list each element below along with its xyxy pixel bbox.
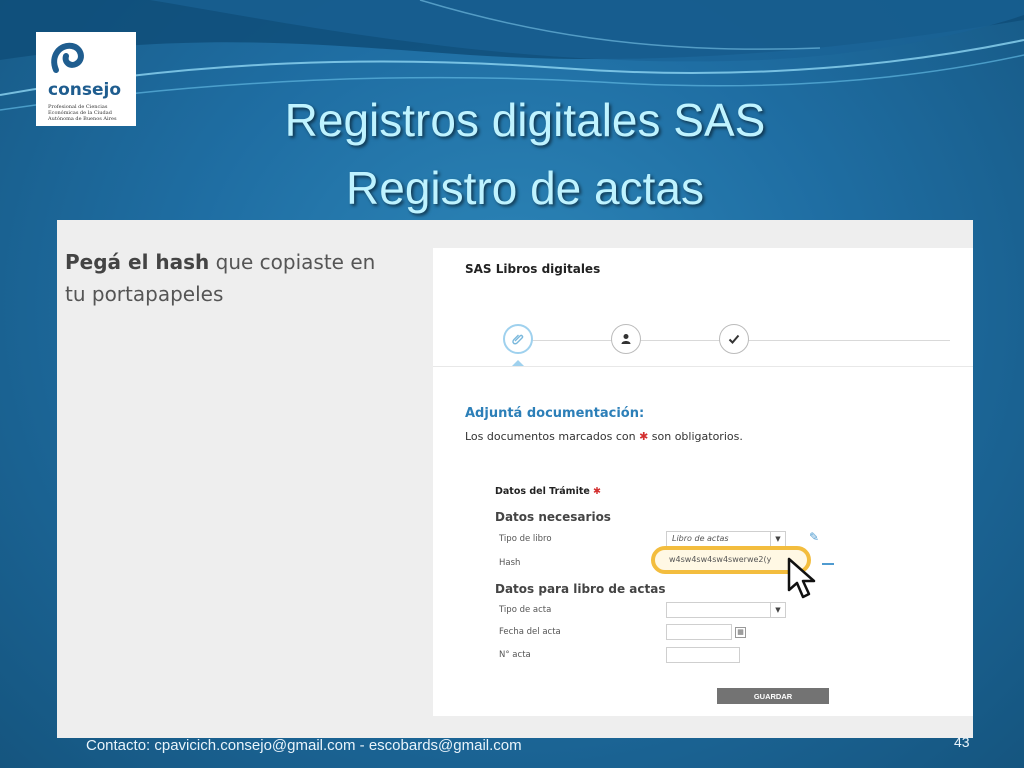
tipo-libro-value: Libro de actas [672, 534, 729, 543]
tipo-acta-select[interactable]: ▼ [666, 602, 786, 618]
group-datos-libro-actas: Datos para libro de actas [495, 582, 666, 596]
slide-title-line-1: Registros digitales SAS [284, 94, 766, 146]
required-star-icon: ✱ [639, 430, 649, 443]
group-datos-necesarios: Datos necesarios [495, 510, 611, 524]
instruction-text: Pegá el hash que copiaste en tu portapap… [65, 246, 395, 310]
section-title: Adjuntá documentación: [465, 406, 645, 421]
step-confirm[interactable] [719, 324, 749, 354]
card-title: SAS Libros digitales [465, 262, 601, 276]
person-icon [621, 334, 631, 344]
mouse-pointer-icon [787, 557, 816, 599]
datos-tramite-label: Datos del Trámite [495, 486, 594, 497]
step-attach[interactable] [503, 324, 533, 354]
nro-acta-input[interactable] [666, 647, 740, 663]
step-person[interactable] [611, 324, 641, 354]
required-note-post: son obligatorios. [648, 430, 743, 443]
required-note-pre: Los documentos marcados con [465, 430, 640, 443]
header-divider [433, 366, 973, 367]
hash-input-value: w4sw4sw4sw4swerwe2(y [669, 555, 772, 564]
required-note: Los documentos marcados con ✱ son obliga… [465, 430, 743, 443]
tipo-libro-select[interactable]: Libro de actas ▼ [666, 531, 786, 547]
slide-title-line-2: Registro de actas [346, 162, 704, 214]
slide-number: 43 [954, 734, 970, 750]
remove-dash-icon[interactable] [822, 563, 834, 565]
footer-contact: Contacto: cpavicich.consejo@gmail.com - … [86, 737, 522, 754]
screenshot-panel: Pegá el hash que copiaste en tu portapap… [57, 220, 973, 738]
nro-acta-label: N° acta [499, 650, 531, 660]
check-icon [728, 334, 740, 344]
tipo-libro-label: Tipo de libro [499, 534, 552, 544]
edit-pencil-icon[interactable]: ✎ [809, 530, 819, 544]
chevron-down-icon: ▼ [770, 603, 785, 617]
datos-tramite-heading: Datos del Trámite ✱ [495, 486, 601, 497]
fecha-acta-label: Fecha del acta [499, 627, 561, 637]
required-star-icon: ✱ [593, 486, 602, 497]
guardar-button[interactable]: GUARDAR [717, 688, 829, 704]
fecha-acta-input[interactable] [666, 624, 732, 640]
sas-form-card: SAS Libros digitales Adjuntá documentaci… [433, 248, 973, 716]
consejo-logo-mark-icon [51, 42, 84, 73]
instruction-bold: Pegá el hash [65, 250, 210, 274]
chevron-down-icon: ▼ [770, 532, 785, 546]
paperclip-icon [512, 334, 524, 345]
tipo-acta-label: Tipo de acta [499, 605, 552, 615]
calendar-icon[interactable]: ▦ [735, 627, 746, 638]
hash-label: Hash [499, 558, 521, 568]
